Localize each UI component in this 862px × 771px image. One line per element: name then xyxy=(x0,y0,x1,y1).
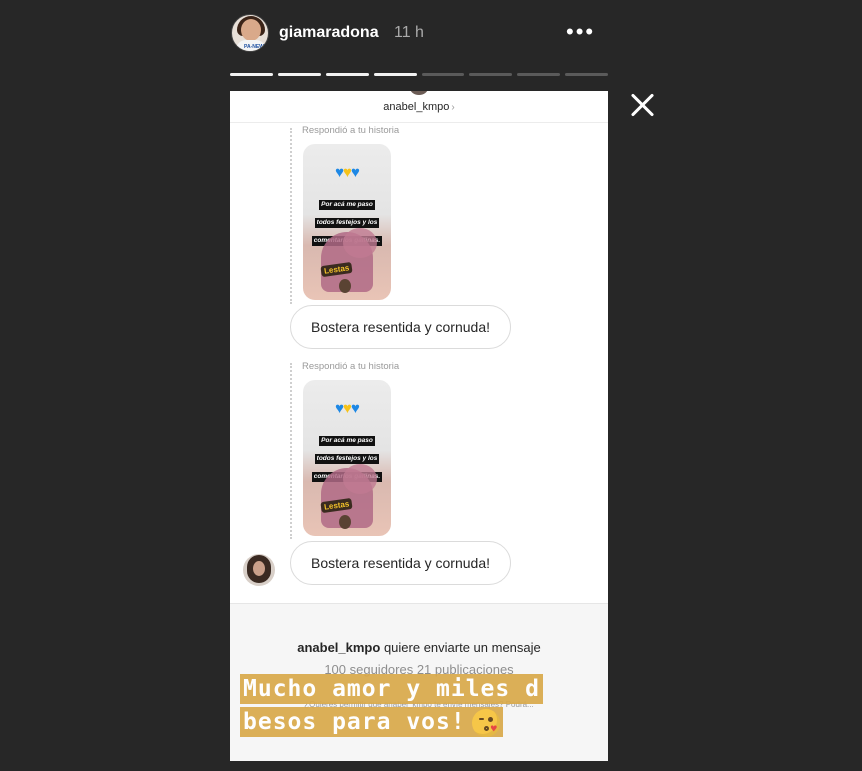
hearts-emoji-icon: ♥♥♥ xyxy=(335,164,360,181)
caption-line-1: Mucho amor y miles d xyxy=(240,674,543,704)
progress-segment xyxy=(277,73,321,76)
request-title: anabel_kmpo quiere enviarte un mensaje xyxy=(297,640,541,655)
hearts-emoji-icon: ♥♥♥ xyxy=(335,400,360,417)
message-bubble[interactable]: Bostera resentida y cornuda! xyxy=(290,305,511,349)
story-caption: Mucho amor y miles d besos para vos! ♥ xyxy=(240,674,600,737)
progress-segment xyxy=(230,73,273,76)
close-icon[interactable] xyxy=(629,92,655,118)
progress-segment xyxy=(373,73,417,76)
story-reply-thumbnail[interactable]: ♥♥♥ Por acá me paso todos festejos y los… xyxy=(303,144,391,300)
story-reply-thumbnail[interactable]: ♥♥♥ Por acá me paso todos festejos y los… xyxy=(303,380,391,536)
story-progress-bar xyxy=(230,73,608,76)
dm-avatar xyxy=(410,91,428,95)
progress-segment xyxy=(325,73,369,76)
story-username[interactable]: giamaradona xyxy=(279,24,379,42)
progress-segment xyxy=(421,73,465,76)
story-card[interactable]: anabel_kmpo › Respondió a tu historia ♥♥♥… xyxy=(230,91,608,761)
chevron-right-icon: › xyxy=(451,102,455,113)
progress-segment xyxy=(565,73,608,76)
message-bubble[interactable]: Bostera resentida y cornuda! xyxy=(290,541,511,585)
sender-avatar[interactable] xyxy=(243,554,275,586)
profile-avatar[interactable]: PA-NEW xyxy=(231,14,269,52)
reply-thread-line xyxy=(290,363,292,539)
reply-thread-line xyxy=(290,128,292,304)
dm-header: anabel_kmpo › xyxy=(230,91,608,123)
story-timestamp: 11 h xyxy=(394,24,424,41)
story-viewer: PA-NEW giamaradona 11 h ••• anabel_kmpo ›… xyxy=(0,0,862,771)
replied-label: Respondió a tu historia xyxy=(302,361,400,372)
face-blowing-kiss-icon: ♥ xyxy=(471,708,500,737)
dm-title[interactable]: anabel_kmpo › xyxy=(383,101,454,113)
shirt-logo: PA-NEW xyxy=(244,44,264,50)
progress-segment xyxy=(469,73,513,76)
more-options-icon[interactable]: ••• xyxy=(566,21,595,43)
caption-line-2: besos para vos! ♥ xyxy=(240,707,503,737)
replied-label: Respondió a tu historia xyxy=(302,125,400,136)
progress-segment xyxy=(517,73,561,76)
